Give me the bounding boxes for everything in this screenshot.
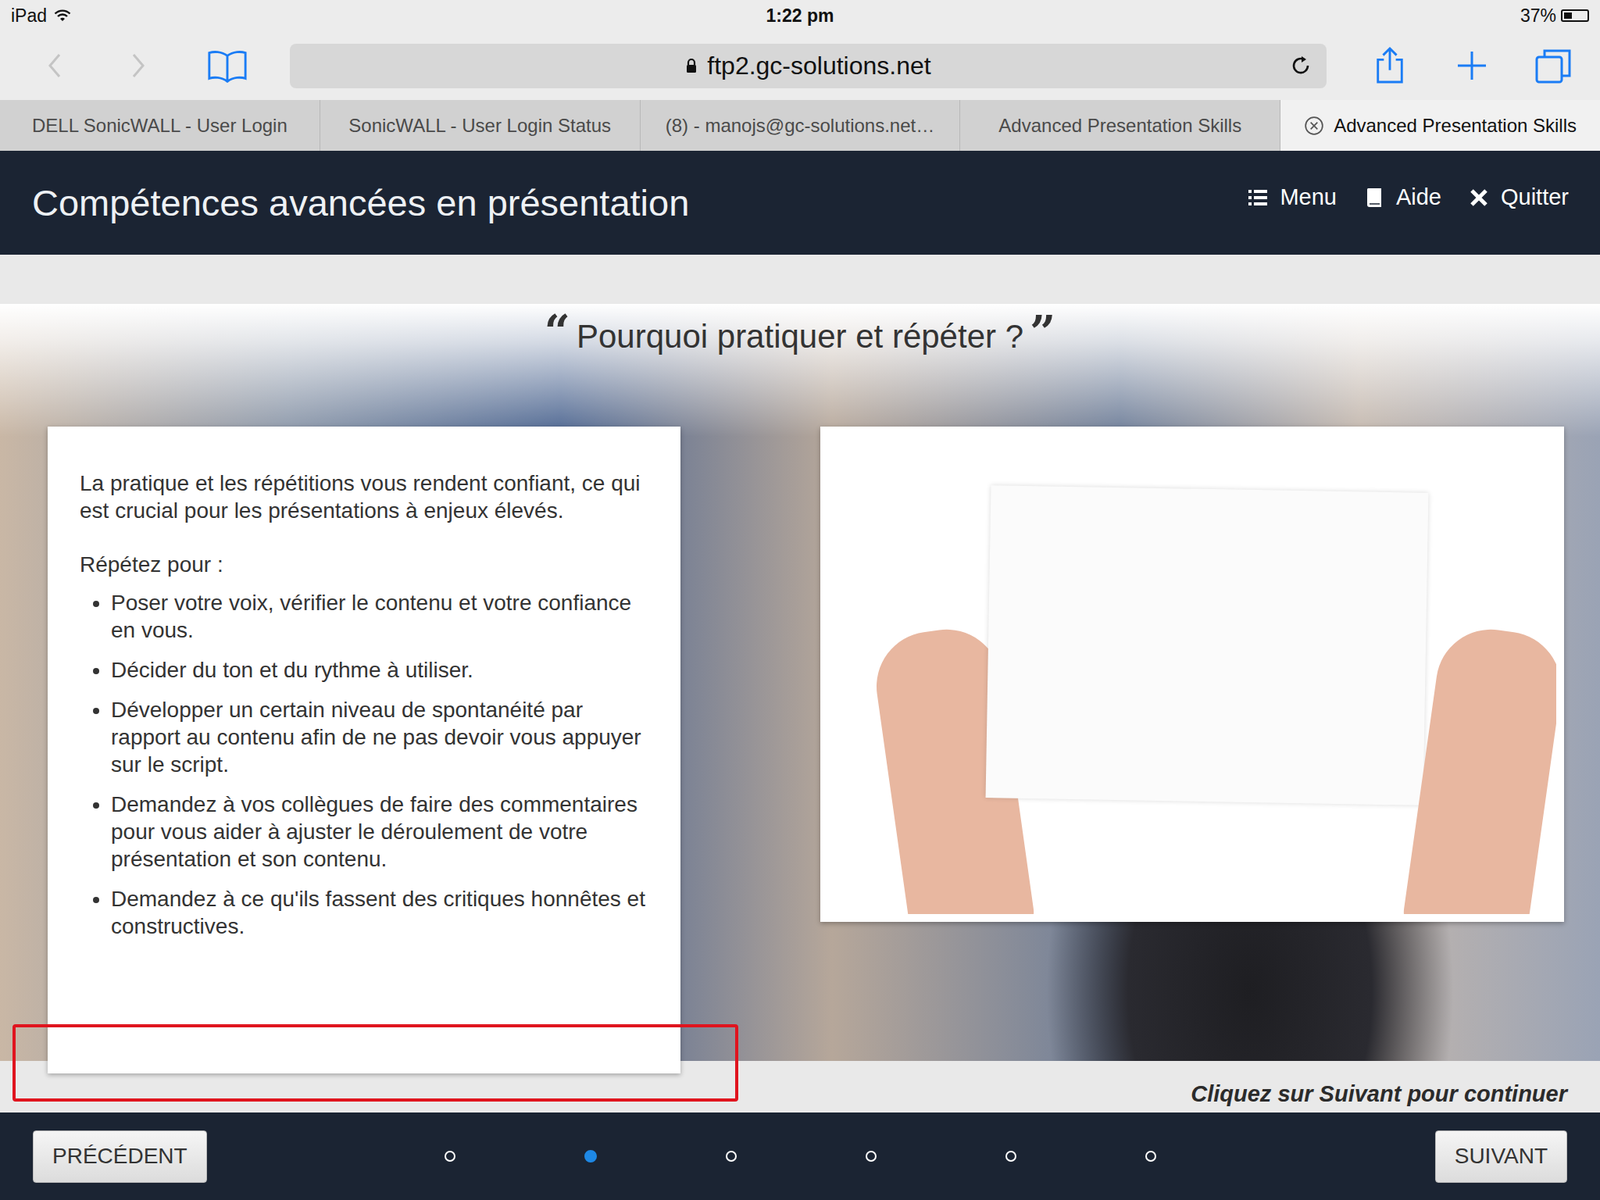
course-nav-item[interactable]: Menu: [1246, 184, 1337, 211]
new-tab-icon[interactable]: [1454, 48, 1490, 83]
nav-label: Menu: [1279, 184, 1337, 211]
previous-button[interactable]: PRÉCÉDENT: [32, 1130, 208, 1183]
next-button[interactable]: SUIVANT: [1435, 1130, 1568, 1183]
tab-label: SonicWALL - User Login Status: [348, 114, 611, 137]
sign-photo: [828, 434, 1557, 915]
page-dot[interactable]: [1005, 1150, 1017, 1162]
browser-tab[interactable]: DELL SonicWALL - User Login: [0, 100, 321, 151]
slide-heading: “Pourquoi pratiquer et répéter ?”: [0, 303, 1600, 362]
browser-tab[interactable]: SonicWALL - User Login Status: [320, 100, 641, 151]
course-nav-item[interactable]: Quitter: [1467, 184, 1569, 211]
intro-text: La pratique et les répétitions vous rend…: [79, 469, 649, 525]
reload-icon[interactable]: [1289, 53, 1313, 78]
lock-icon: [685, 57, 698, 74]
page-dot[interactable]: [725, 1150, 737, 1162]
battery-percent: 37%: [1520, 5, 1557, 27]
page-dot[interactable]: [1145, 1150, 1157, 1162]
browser-tab[interactable]: Advanced Presentation Skills: [1280, 100, 1600, 151]
battery-icon: [1560, 9, 1590, 22]
browser-toolbar: ftp2.gc-solutions.net: [0, 31, 1600, 100]
tab-bar: DELL SonicWALL - User Login SonicWALL - U…: [0, 100, 1600, 151]
device-name: iPad: [10, 5, 47, 27]
slide: “Pourquoi pratiquer et répéter ?” La prat…: [0, 303, 1600, 1113]
close-icon: [1467, 186, 1490, 209]
address-bar[interactable]: ftp2.gc-solutions.net: [289, 43, 1327, 89]
status-bar: iPad 1:22 pm 37%: [0, 0, 1600, 32]
wifi-icon: [53, 8, 72, 23]
tabs-overview-icon[interactable]: [1533, 46, 1573, 86]
clock: 1:22 pm: [766, 5, 835, 27]
browser-tab[interactable]: Advanced Presentation Skills: [960, 100, 1281, 151]
course-title: Compétences avancées en présentation: [32, 181, 690, 225]
bullet-item: Décider du ton et du rythme à utiliser.: [110, 656, 649, 684]
text-card: La pratique et les répétitions vous rend…: [47, 426, 681, 1074]
subhead: Répétez pour :: [79, 550, 649, 579]
page-dot[interactable]: [444, 1150, 456, 1162]
course-nav-item[interactable]: Aide: [1363, 184, 1442, 211]
share-icon[interactable]: [1373, 45, 1407, 86]
image-card: [820, 426, 1565, 922]
close-quote: ”: [1029, 314, 1056, 350]
bullet-list: Poser votre voix, vérifier le contenu et…: [79, 589, 649, 940]
heading-text: Pourquoi pratiquer et répéter ?: [576, 314, 1024, 359]
nav-label: Aide: [1396, 184, 1442, 211]
tab-label: Advanced Presentation Skills: [998, 114, 1242, 137]
open-quote: “: [544, 314, 571, 350]
tab-label: (8) - manojs@gc-solutions.net…: [665, 114, 935, 137]
back-icon[interactable]: [43, 50, 68, 82]
forward-icon[interactable]: [125, 50, 150, 82]
highlight-annotation: [12, 1024, 739, 1102]
list-icon: [1246, 186, 1269, 209]
page-dot[interactable]: [584, 1150, 597, 1163]
page-dot[interactable]: [865, 1150, 877, 1162]
bullet-item: Demandez à ce qu'ils fassent des critiqu…: [110, 885, 649, 940]
nav-label: Quitter: [1500, 184, 1569, 211]
ipad-screen: iPad 1:22 pm 37% ftp2.gc-solutions.net DELL …: [0, 0, 1600, 1200]
page-dots: [444, 1150, 1157, 1163]
slide-footer: PRÉCÉDENT SUIVANT: [0, 1112, 1600, 1200]
url-text: ftp2.gc-solutions.net: [707, 51, 931, 81]
continue-hint: Cliquez sur Suivant pour continuer: [0, 1079, 1600, 1108]
bullet-item: Poser votre voix, vérifier le contenu et…: [110, 589, 649, 644]
bullet-item: Demandez à vos collègues de faire des co…: [110, 790, 649, 873]
tab-label: Advanced Presentation Skills: [1333, 114, 1577, 137]
browser-tab[interactable]: (8) - manojs@gc-solutions.net…: [640, 100, 961, 151]
slide-body: La pratique et les répétitions vous rend…: [0, 426, 1600, 1074]
bookmarks-icon[interactable]: [206, 47, 249, 84]
close-tab-icon[interactable]: [1303, 115, 1325, 136]
top-strip: [0, 254, 1600, 304]
course-header: Compétences avancées en présentation Menu…: [0, 150, 1600, 255]
tab-label: DELL SonicWALL - User Login: [32, 114, 288, 137]
bullet-item: Développer un certain niveau de spontané…: [110, 696, 649, 779]
course-nav: Menu Aide Quitter: [1246, 184, 1569, 211]
book-icon: [1363, 186, 1386, 209]
